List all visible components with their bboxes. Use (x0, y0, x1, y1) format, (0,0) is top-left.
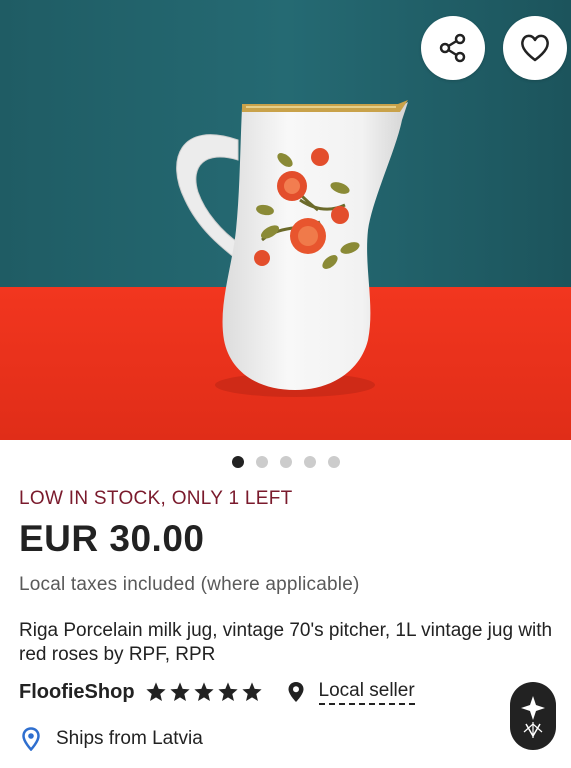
jug-photo (0, 0, 571, 440)
taxes-note: Local taxes included (where applicable) (19, 574, 360, 595)
star-icon (241, 682, 262, 701)
share-icon (439, 33, 466, 63)
location-pin-icon (288, 682, 304, 702)
share-button[interactable] (421, 16, 485, 80)
product-image[interactable] (0, 0, 571, 440)
floating-shop-badge[interactable] (510, 682, 556, 750)
favorite-button[interactable] (503, 16, 567, 80)
ships-from-text: Ships from Latvia (56, 728, 203, 749)
shop-rating[interactable] (145, 681, 263, 703)
image-carousel-dots (0, 456, 571, 468)
location-pin-icon (22, 727, 40, 751)
local-seller-link[interactable]: Local seller (318, 680, 415, 705)
stock-notice: LOW IN STOCK, ONLY 1 LEFT (19, 488, 293, 509)
shipping-row: Ships from Latvia (22, 727, 203, 751)
carousel-dot[interactable] (279, 456, 292, 468)
shop-logo-icon (521, 696, 545, 738)
carousel-dot[interactable] (327, 456, 340, 468)
shop-name-link[interactable]: FloofieShop (19, 681, 135, 704)
price: EUR 30.00 (19, 518, 205, 559)
listing-title: Riga Porcelain milk jug, vintage 70's pi… (19, 620, 553, 665)
shop-row: FloofieShop Local seller (19, 679, 415, 705)
star-icon (145, 682, 166, 701)
carousel-dot[interactable] (255, 456, 268, 468)
heart-icon (521, 34, 549, 62)
star-icon (169, 682, 190, 701)
carousel-dot[interactable] (303, 456, 316, 468)
star-icon (193, 682, 214, 701)
carousel-dot-active[interactable] (231, 456, 244, 468)
star-icon (217, 682, 238, 701)
